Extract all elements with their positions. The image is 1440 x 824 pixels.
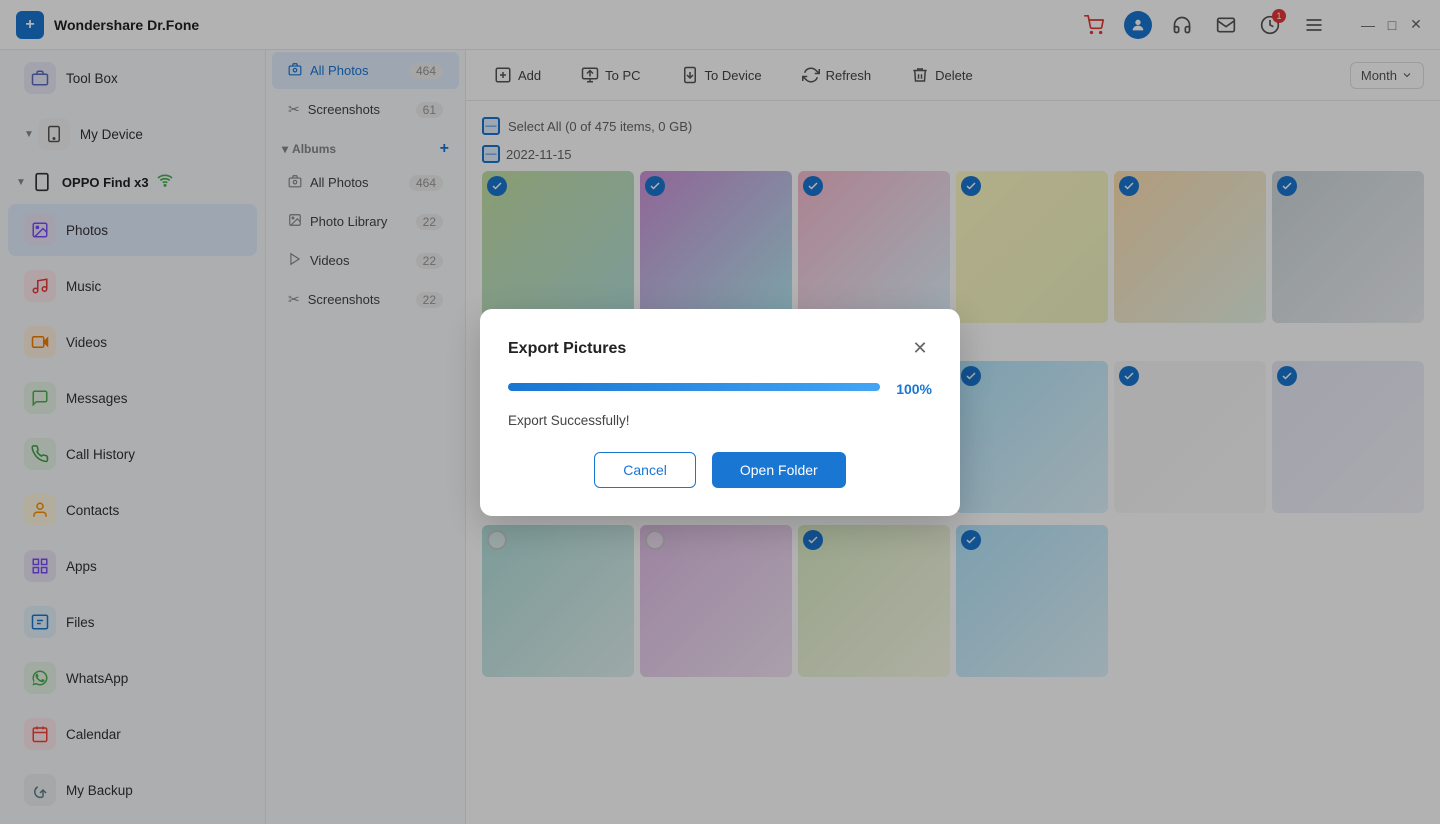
export-success-text: Export Successfully! [508,413,932,428]
modal-title: Export Pictures [508,340,626,358]
modal-header: Export Pictures ✕ [508,337,932,361]
modal-close-button[interactable]: ✕ [908,337,932,361]
cancel-button[interactable]: Cancel [594,452,696,488]
progress-percent: 100% [890,381,932,397]
progress-bar-bg [508,383,880,391]
open-folder-button[interactable]: Open Folder [712,452,846,488]
progress-bar-fill [508,383,880,391]
progress-row: 100% [508,381,932,403]
export-modal-overlay: Export Pictures ✕ 100% Export Successful… [0,0,1440,824]
modal-actions: Cancel Open Folder [508,452,932,488]
export-modal: Export Pictures ✕ 100% Export Successful… [480,309,960,516]
